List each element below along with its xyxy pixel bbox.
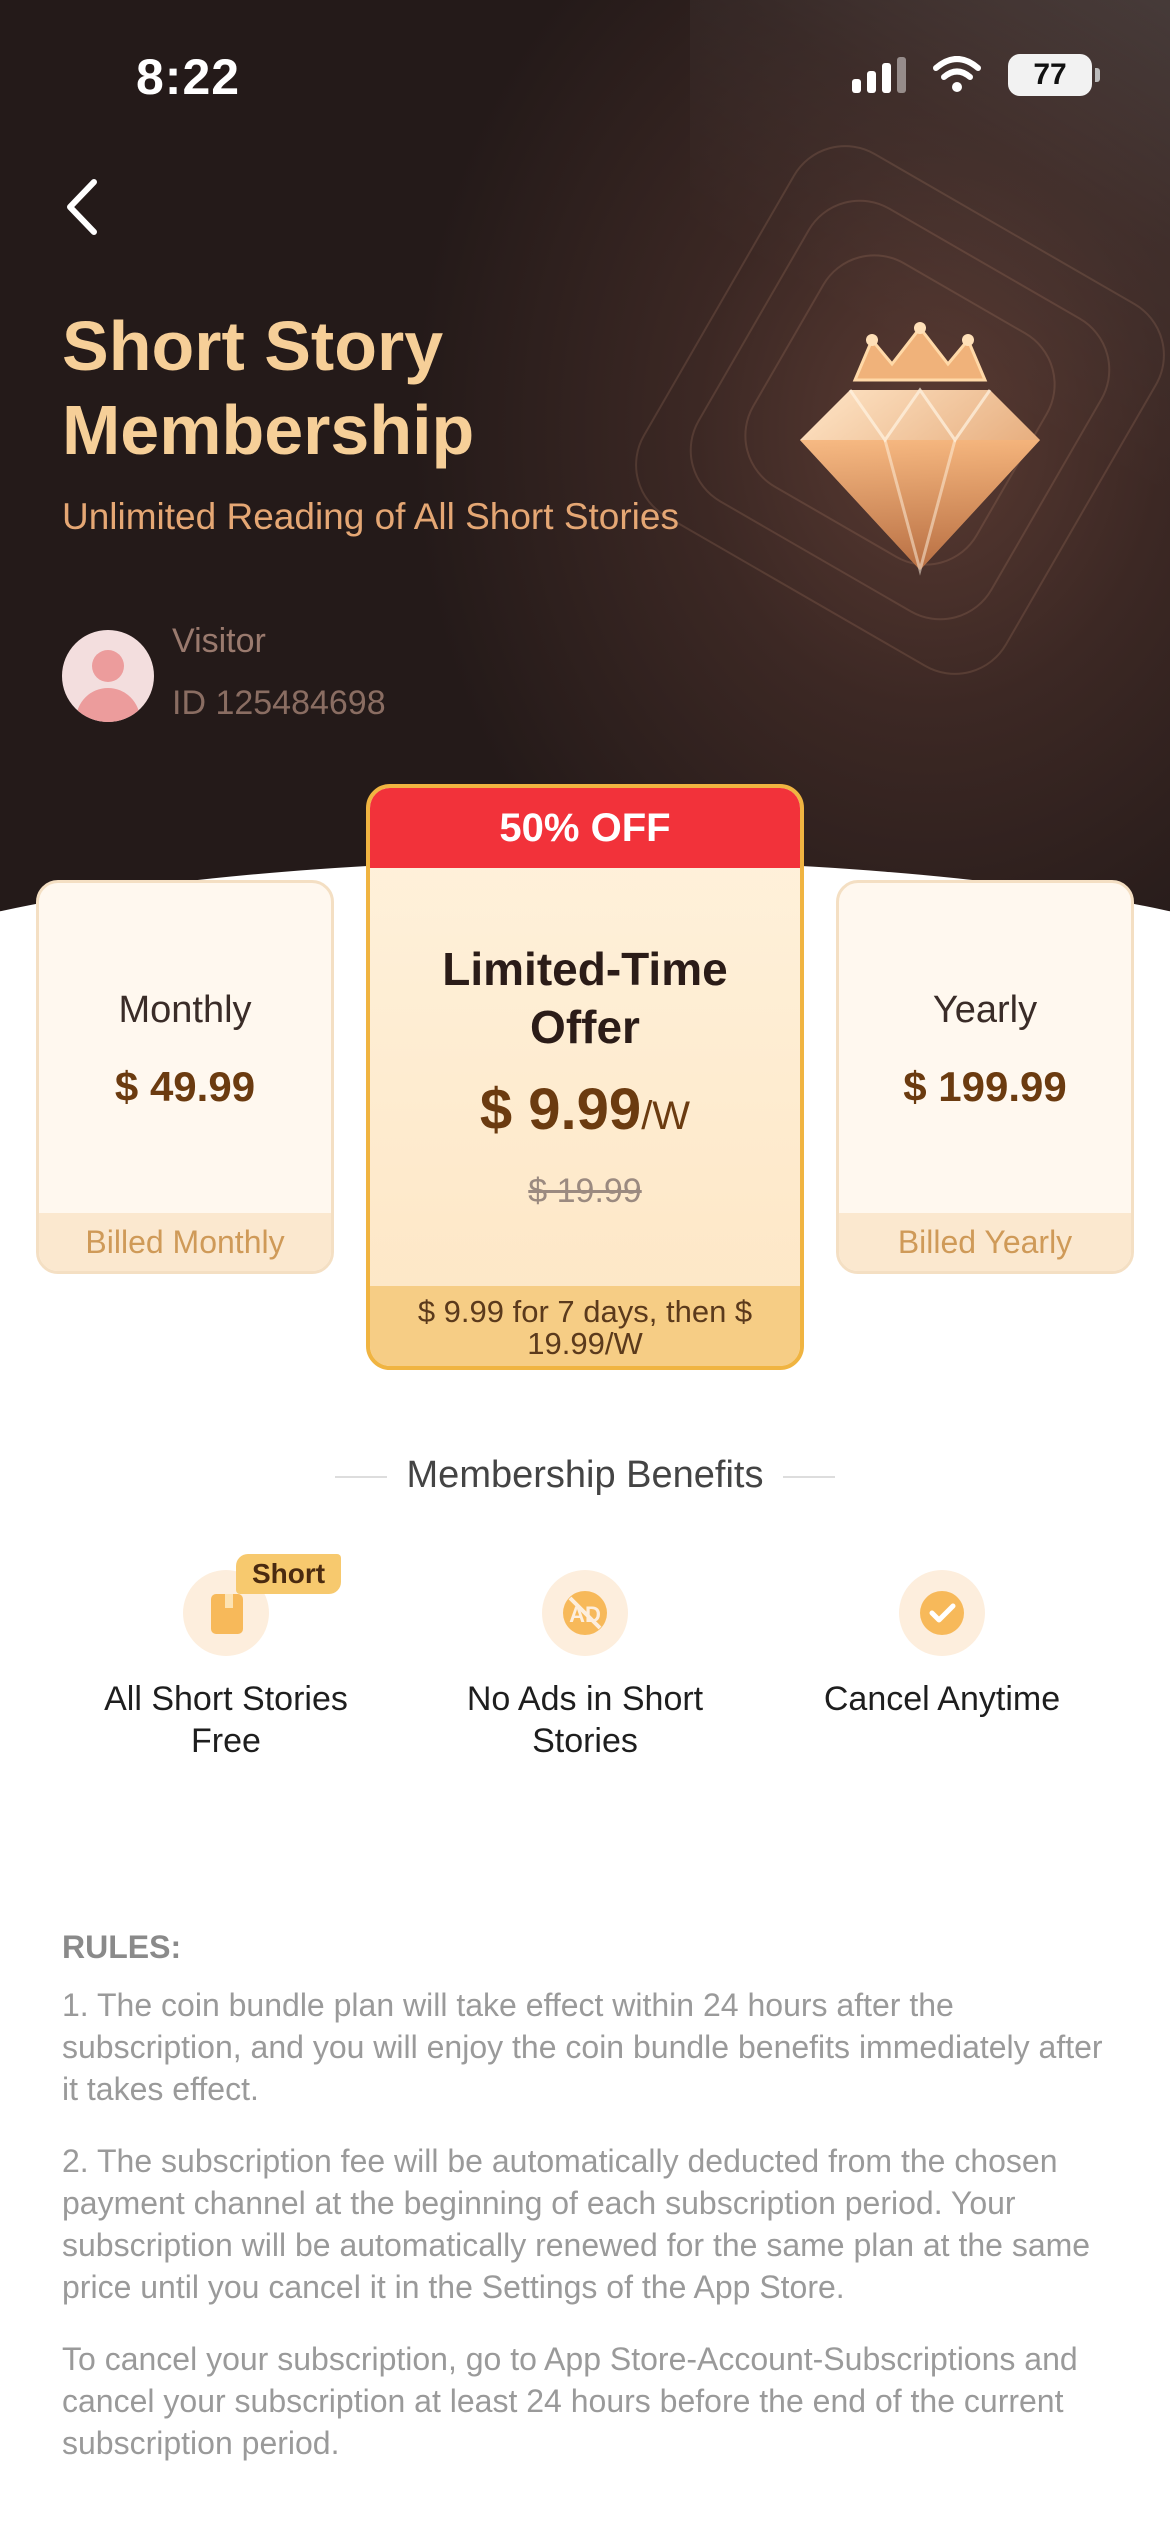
user-name: Visitor (172, 622, 266, 660)
page-title-text: Short Story Membership (62, 307, 475, 469)
plan-price-amount: $ 9.99 (479, 1077, 642, 1142)
plan-price-unit: /W (641, 1094, 691, 1138)
discount-badge: 50% OFF (370, 788, 800, 868)
plan-name: Yearly (932, 989, 1038, 1031)
plan-name: Limited-Time Offer (370, 940, 800, 1056)
benefit-label: All Short Stories Free (56, 1678, 396, 1762)
offer-note-text: $ 9.99 for 7 days, then $ 19.99/W (417, 1294, 753, 1361)
status-time: 8:22 (136, 49, 241, 105)
plan-card-yearly[interactable]: Yearly $ 199.99 Billed Yearly (836, 880, 1134, 1274)
wifi-icon (933, 56, 981, 92)
benefit-item-no-ads: AD No Ads in Short Stories (415, 1570, 755, 1762)
plan-card-monthly[interactable]: Monthly $ 49.99 Billed Monthly (36, 880, 334, 1274)
offer-note: $ 9.99 for 7 days, then $ 19.99/W (370, 1286, 800, 1366)
benefit-label-text: All Short Stories Free (104, 1680, 348, 1760)
page-subtitle: Unlimited Reading of All Short Stories (62, 496, 679, 537)
no-ads-icon: AD (563, 1591, 607, 1635)
rule-item: 1. The coin bundle plan will take effect… (62, 1987, 1103, 2107)
diamond-crown-icon (800, 322, 1040, 576)
short-tag-badge: Short (236, 1554, 342, 1594)
back-button[interactable] (56, 172, 116, 242)
page-title: Short Story Membership (62, 304, 582, 472)
rule-item: To cancel your subscription, go to App S… (62, 2341, 1078, 2461)
benefit-icon: AD (542, 1570, 628, 1656)
plan-price: $ 199.99 (903, 1063, 1067, 1110)
benefit-label-text: No Ads in Short Stories (466, 1680, 704, 1760)
user-id: ID 125484698 (172, 684, 386, 722)
rule-item: 2. The subscription fee will be automati… (62, 2143, 1091, 2305)
cellular-signal-icon (852, 57, 906, 93)
plan-name: Monthly (118, 989, 252, 1031)
battery-indicator: 77 (1008, 54, 1100, 96)
benefit-label: No Ads in Short Stories (415, 1678, 755, 1762)
benefit-label: Cancel Anytime (823, 1680, 1061, 1718)
chevron-left-icon (67, 179, 97, 235)
original-price: $ 19.99 (528, 1172, 642, 1210)
check-icon (920, 1591, 964, 1635)
plan-billing: Billed Yearly (839, 1213, 1131, 1271)
divider (334, 1475, 387, 1478)
plan-name-text: Limited-Time Offer (442, 943, 728, 1053)
divider (783, 1475, 836, 1478)
avatar[interactable] (62, 630, 154, 722)
user-head-icon (92, 650, 124, 682)
plan-price: $ 9.99/W (370, 1076, 800, 1143)
benefits-title-text: Membership Benefits (406, 1454, 764, 1496)
benefit-item-cancel: Cancel Anytime (772, 1570, 1112, 1720)
benefits-title: Membership Benefits (0, 1454, 1170, 1497)
plan-billing: Billed Monthly (39, 1213, 331, 1271)
plan-card-offer[interactable]: 50% OFF Limited-Time Offer $ 9.99/W $ 19… (366, 784, 804, 1370)
rules-heading: RULES: (62, 1929, 182, 1965)
user-body-icon (76, 688, 140, 722)
benefit-item-short-stories: All Short Stories Free (56, 1570, 396, 1762)
status-icons: 77 (852, 54, 1100, 96)
plan-price: $ 49.99 (114, 1063, 256, 1110)
benefit-icon (899, 1570, 985, 1656)
rules-section: RULES: 1. The coin bundle plan will take… (62, 1926, 1112, 2494)
